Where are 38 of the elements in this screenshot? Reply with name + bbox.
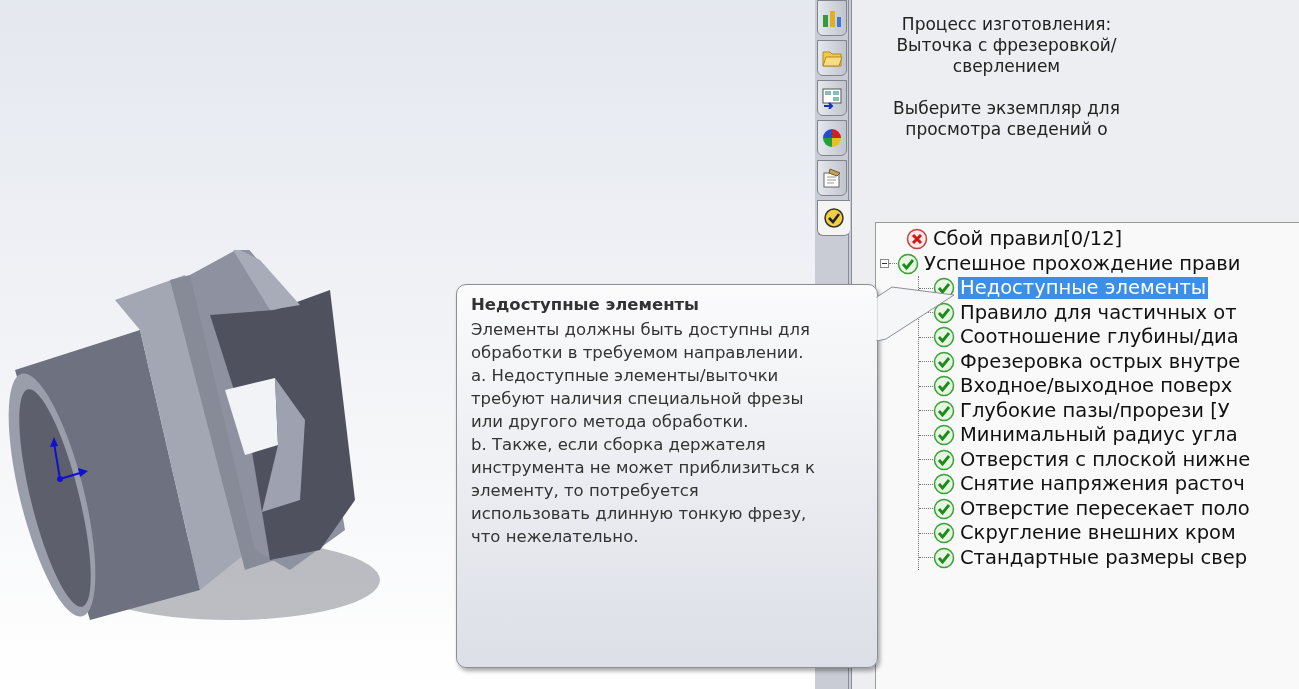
- tree-item[interactable]: Отверстия с плоской нижне: [958, 448, 1253, 471]
- panel-tab[interactable]: [817, 80, 847, 116]
- tree-item[interactable]: Стандартные размеры свер: [958, 546, 1250, 569]
- tree-item[interactable]: Соотношение глубины/диа: [958, 326, 1241, 349]
- color-wheel-icon: [821, 127, 843, 149]
- process-text: Процесс изготовления: Выточка с фрезеровкой/сверлением: [895, 14, 1118, 77]
- tooltip-text: b. Также, если сборка держателя инструмента не может приблизиться к элементу, то потребуется использовать длинную тонкую фрезу, что нежелательно.: [471, 434, 816, 548]
- check-circle-icon: [933, 424, 955, 447]
- tree-item[interactable]: Скругление внешних кром: [958, 522, 1238, 545]
- check-circle-icon: [897, 252, 919, 275]
- collapse-toggle[interactable]: [880, 259, 889, 269]
- tree-item[interactable]: Снятие напряжения расточ: [958, 473, 1247, 496]
- tree-item[interactable]: Отверстие пересекает поло: [958, 497, 1252, 520]
- tree-item[interactable]: Фрезеровка острых внутре: [958, 350, 1243, 373]
- check-circle-icon: [933, 326, 955, 349]
- check-circle-icon: [933, 546, 955, 569]
- layout-icon: [821, 87, 843, 109]
- error-icon: [906, 228, 928, 251]
- hint-text: Выберите экземпляр для просмотра сведений о: [892, 98, 1121, 140]
- check-circle-icon: [933, 399, 955, 422]
- panel-tab[interactable]: [817, 200, 850, 236]
- tree-item[interactable]: Входное/выходное поверх: [958, 375, 1235, 398]
- check-circle-icon: [933, 473, 955, 496]
- tooltip-text: Элементы должны быть доступны для обработки в требуемом направлении.: [471, 319, 811, 364]
- check-circle-icon: [933, 350, 955, 373]
- check-circle-icon: [933, 375, 955, 398]
- tree-item[interactable]: Успешное прохождение прави: [922, 252, 1243, 275]
- check-circle-icon: [933, 522, 955, 545]
- tree-item[interactable]: Глубокие пазы/прорези [У: [958, 399, 1232, 422]
- check-circle-icon: [933, 448, 955, 471]
- checkmark-icon: [823, 207, 845, 229]
- check-circle-icon: [933, 497, 955, 520]
- tree-item[interactable]: Сбой правил[0/12]: [931, 228, 1125, 251]
- tooltip-title: Недоступные элементы: [471, 294, 701, 316]
- clipboard-icon: [821, 167, 843, 189]
- tree-item[interactable]: Минимальный радиус угла: [958, 424, 1240, 447]
- tree-item[interactable]: Правило для частичных от: [958, 301, 1239, 324]
- tooltip-text: a. Недоступные элементы/выточки требуют наличия специальной фрезы или другого метода обработки.: [471, 365, 805, 433]
